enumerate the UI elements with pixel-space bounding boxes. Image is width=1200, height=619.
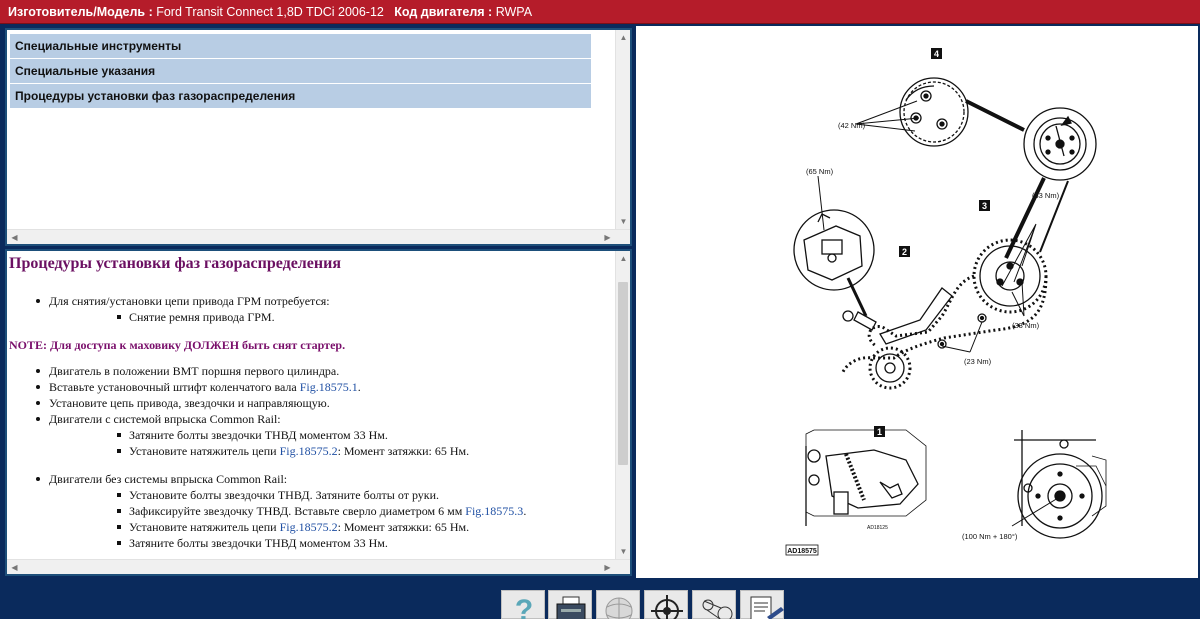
fig-link-18575-1[interactable]: Fig.18575.1 — [300, 380, 358, 394]
crank-sprocket — [868, 346, 912, 390]
list-item: Двигатель в положении ВМТ поршня первого… — [9, 363, 613, 379]
belt-icon — [702, 599, 733, 619]
scrollbar-thumb[interactable] — [618, 282, 628, 465]
list-item: Для снятия/установки цепи привода ГРМ по… — [9, 293, 613, 309]
timing-diagram: 4 3 2 1 (42 Nm) (65 Nm) (33 Nm) (33 Nm) … — [636, 26, 1198, 578]
callout-1-text: 1 — [877, 427, 882, 437]
figure-id-text: AD18575 — [787, 548, 817, 555]
menu-panel: Специальные инструменты Специальные указ… — [5, 28, 632, 246]
cam-pulley-detail — [1023, 107, 1097, 181]
content-vertical-scrollbar[interactable]: ▲ ▼ — [615, 251, 630, 559]
scroll-right-arrow-icon[interactable]: ▶ — [600, 560, 615, 575]
list-item: Двигатели с системой впрыска Common Rail… — [9, 411, 613, 427]
notes-button[interactable] — [740, 590, 784, 619]
globe-button[interactable] — [596, 590, 640, 619]
engine-code-label: Код двигателя : — [394, 5, 493, 19]
help-icon: ? — [515, 594, 533, 619]
document-pen-icon — [750, 596, 784, 619]
timing-diagram-svg: 4 3 2 1 (42 Nm) (65 Nm) (33 Nm) (33 Nm) … — [785, 48, 1107, 556]
callout-3-text: 3 — [982, 201, 987, 211]
scroll-left-arrow-icon[interactable]: ◀ — [7, 230, 22, 245]
left-column: Специальные инструменты Специальные указ… — [5, 28, 632, 576]
menu-horizontal-scrollbar[interactable]: ◀ ▶ — [7, 229, 630, 244]
content-panel: Процедуры установки фаз газораспределени… — [5, 249, 632, 576]
scroll-up-arrow-icon[interactable]: ▲ — [616, 30, 631, 45]
bottom-toolbar: ? — [0, 580, 1200, 619]
fig-link-18575-2b[interactable]: Fig.18575.2 — [280, 520, 338, 534]
callout-4-text: 4 — [934, 49, 939, 59]
list-item: Вставьте установочный штифт коленчатого … — [9, 379, 613, 395]
printer-icon — [556, 596, 586, 619]
scroll-right-arrow-icon[interactable]: ▶ — [600, 230, 615, 245]
engine-code: RWPA — [495, 5, 533, 19]
list-item: Затяните болты звездочки ТНВД моментом 3… — [9, 535, 613, 551]
torque-label-23: (23 Nm) — [964, 357, 992, 366]
list-item: Двигатели без системы впрыска Common Rai… — [9, 471, 613, 487]
gear-4-detail — [899, 77, 969, 147]
callout-3: 3 — [979, 200, 990, 211]
procedure-content: Процедуры установки фаз газораспределени… — [9, 251, 613, 557]
menu-list: Специальные инструменты Специальные указ… — [10, 34, 591, 109]
torque-label-42: (42 Nm) — [838, 121, 866, 130]
scroll-up-arrow-icon[interactable]: ▲ — [616, 251, 631, 266]
print-button[interactable] — [548, 590, 592, 619]
figure-id: AD18575 — [785, 544, 819, 556]
scroll-left-arrow-icon[interactable]: ◀ — [7, 560, 22, 575]
belt-button[interactable] — [692, 590, 736, 619]
content-horizontal-scrollbar[interactable]: ◀ ▶ — [7, 559, 630, 574]
list-item: Установите болты звездочки ТНВД. Затянит… — [9, 487, 613, 503]
list-item: Зафиксируйте звездочку ТНВД. Вставьте св… — [9, 503, 613, 519]
menu-item-special-instructions[interactable]: Специальные указания — [10, 59, 591, 83]
procedure-title: Процедуры установки фаз газораспределени… — [9, 255, 341, 272]
fig-link-18575-3[interactable]: Fig.18575.3 — [465, 504, 523, 518]
torque-label-33-bottom: (33 Nm) — [1012, 321, 1040, 330]
torque-label-65: (65 Nm) — [806, 167, 834, 176]
list-item: Снятие ремня привода ГРМ. — [9, 309, 613, 325]
help-button[interactable]: ? — [501, 590, 545, 619]
torque-label-33-top: (33 Nm) — [1032, 191, 1060, 200]
crosshair-icon — [651, 595, 683, 619]
torque-label-100: (100 Nm + 180°) — [962, 532, 1018, 541]
callout-4: 4 — [931, 48, 942, 59]
callout-1: 1 — [874, 426, 885, 437]
menu-item-special-tools[interactable]: Специальные инструменты — [10, 34, 591, 58]
note-text: NOTE: Для доступа к маховику ДОЛЖЕН быть… — [9, 338, 346, 352]
callout-2: 2 — [899, 246, 910, 257]
scroll-down-arrow-icon[interactable]: ▼ — [616, 544, 631, 559]
tensioner-detail — [793, 209, 875, 317]
fig-link-18575-2[interactable]: Fig.18575.2 — [280, 444, 338, 458]
flywheel-detail-1 — [805, 429, 927, 526]
target-button[interactable] — [644, 590, 688, 619]
menu-item-timing-procedures[interactable]: Процедуры установки фаз газораспределени… — [10, 84, 591, 108]
list-item: Затяните болты звездочки ТНВД моментом 3… — [9, 427, 613, 443]
model-name: Ford Transit Connect 1,8D TDCi 2006-12 — [156, 5, 384, 19]
list-item: Установите натяжитель цепи Fig.18575.2: … — [9, 519, 613, 535]
crank-pulley-detail — [1014, 430, 1107, 539]
small-fig-label: AD18125 — [867, 525, 888, 531]
header-bar: Изготовитель/Модель : Ford Transit Conne… — [0, 0, 1200, 24]
main-area: Специальные инструменты Специальные указ… — [0, 26, 1200, 580]
list-item: Установите цепь привода, звездочки и нап… — [9, 395, 613, 411]
manufacturer-label: Изготовитель/Модель : — [8, 5, 153, 19]
svg-text:?: ? — [515, 594, 533, 619]
list-item: Установите натяжитель цепи Fig.18575.2: … — [9, 443, 613, 459]
menu-vertical-scrollbar[interactable]: ▲ ▼ — [615, 30, 630, 229]
scroll-down-arrow-icon[interactable]: ▼ — [616, 214, 631, 229]
callout-2-text: 2 — [902, 247, 907, 257]
globe-icon — [605, 597, 633, 619]
